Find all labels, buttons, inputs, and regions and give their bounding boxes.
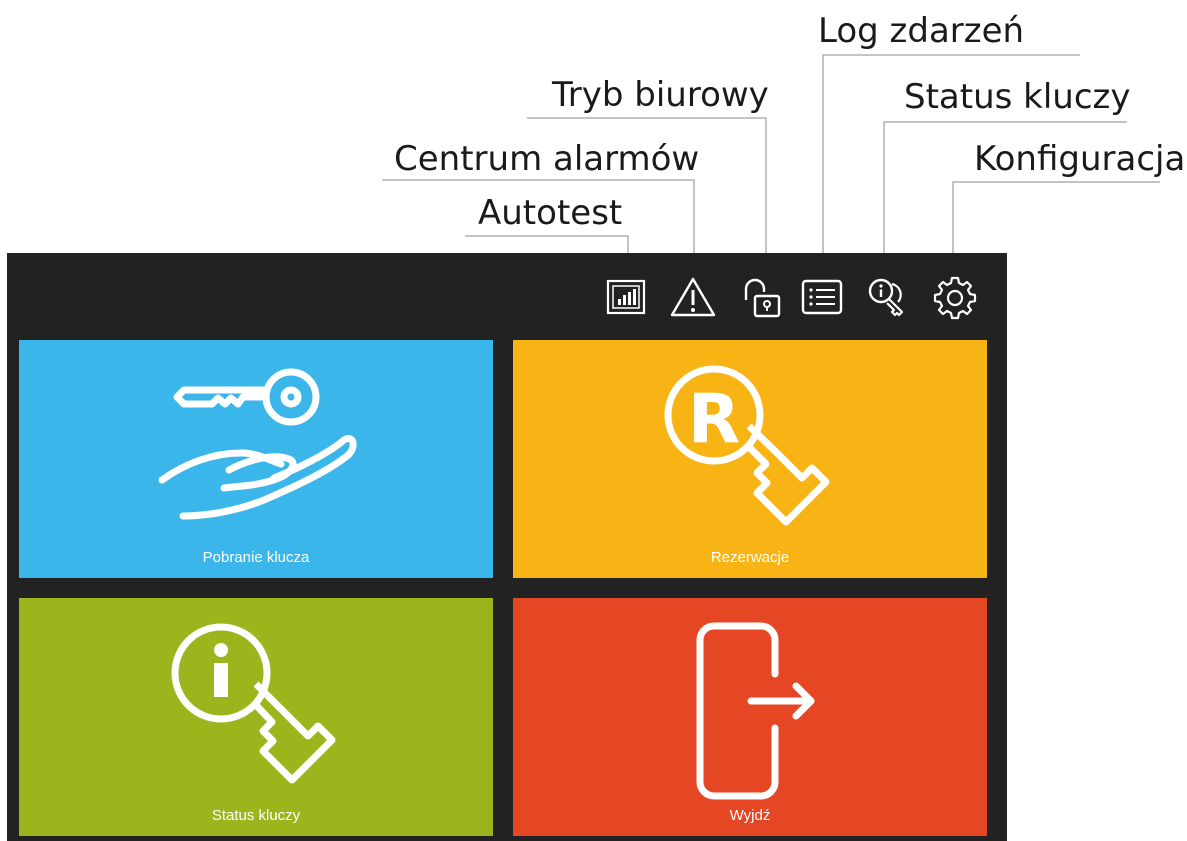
- autotest-button[interactable]: [601, 272, 651, 322]
- tile-pobranie-klucza[interactable]: Pobranie klucza: [19, 340, 493, 578]
- callout-status-kluczy: Status kluczy: [904, 77, 1131, 117]
- alarm-center-button[interactable]: [668, 272, 718, 322]
- settings-gear-icon: [933, 276, 977, 320]
- office-mode-button[interactable]: [738, 272, 788, 322]
- info-key-icon: [171, 623, 336, 784]
- callout-tryb-biurowy: Tryb biurowy: [552, 75, 769, 115]
- office-mode-unlock-icon: [744, 278, 781, 318]
- callout-centrum-alarmow: Centrum alarmów: [394, 139, 700, 179]
- key-status-icon: [868, 278, 904, 317]
- tile-label: Status kluczy: [211, 807, 301, 824]
- callout-autotest: Autotest: [478, 193, 623, 233]
- tile-status-kluczy[interactable]: Status kluczy: [19, 598, 493, 836]
- tile-wyjdz[interactable]: Wyjdź: [513, 598, 987, 836]
- callout-konfiguracja: Konfiguracja: [974, 139, 1186, 179]
- hand-key-icon: [158, 368, 357, 520]
- event-log-button[interactable]: [797, 272, 847, 322]
- exit-door-icon: [696, 622, 815, 800]
- configuration-button[interactable]: [930, 272, 980, 322]
- autotest-icon: [606, 279, 646, 315]
- tile-label: Pobranie klucza: [202, 549, 310, 566]
- svg-text:R: R: [688, 380, 740, 459]
- tile-rezerwacje[interactable]: R Rezerwacje: [513, 340, 987, 578]
- event-log-list-icon: [801, 279, 843, 315]
- callout-log-zdarzen: Log zdarzeń: [818, 11, 1025, 51]
- reservation-key-icon: R: [664, 365, 830, 526]
- key-status-button[interactable]: [864, 272, 914, 322]
- alarm-warning-icon: [670, 277, 716, 317]
- tile-label: Rezerwacje: [710, 549, 790, 566]
- tile-label: Wyjdź: [729, 807, 771, 824]
